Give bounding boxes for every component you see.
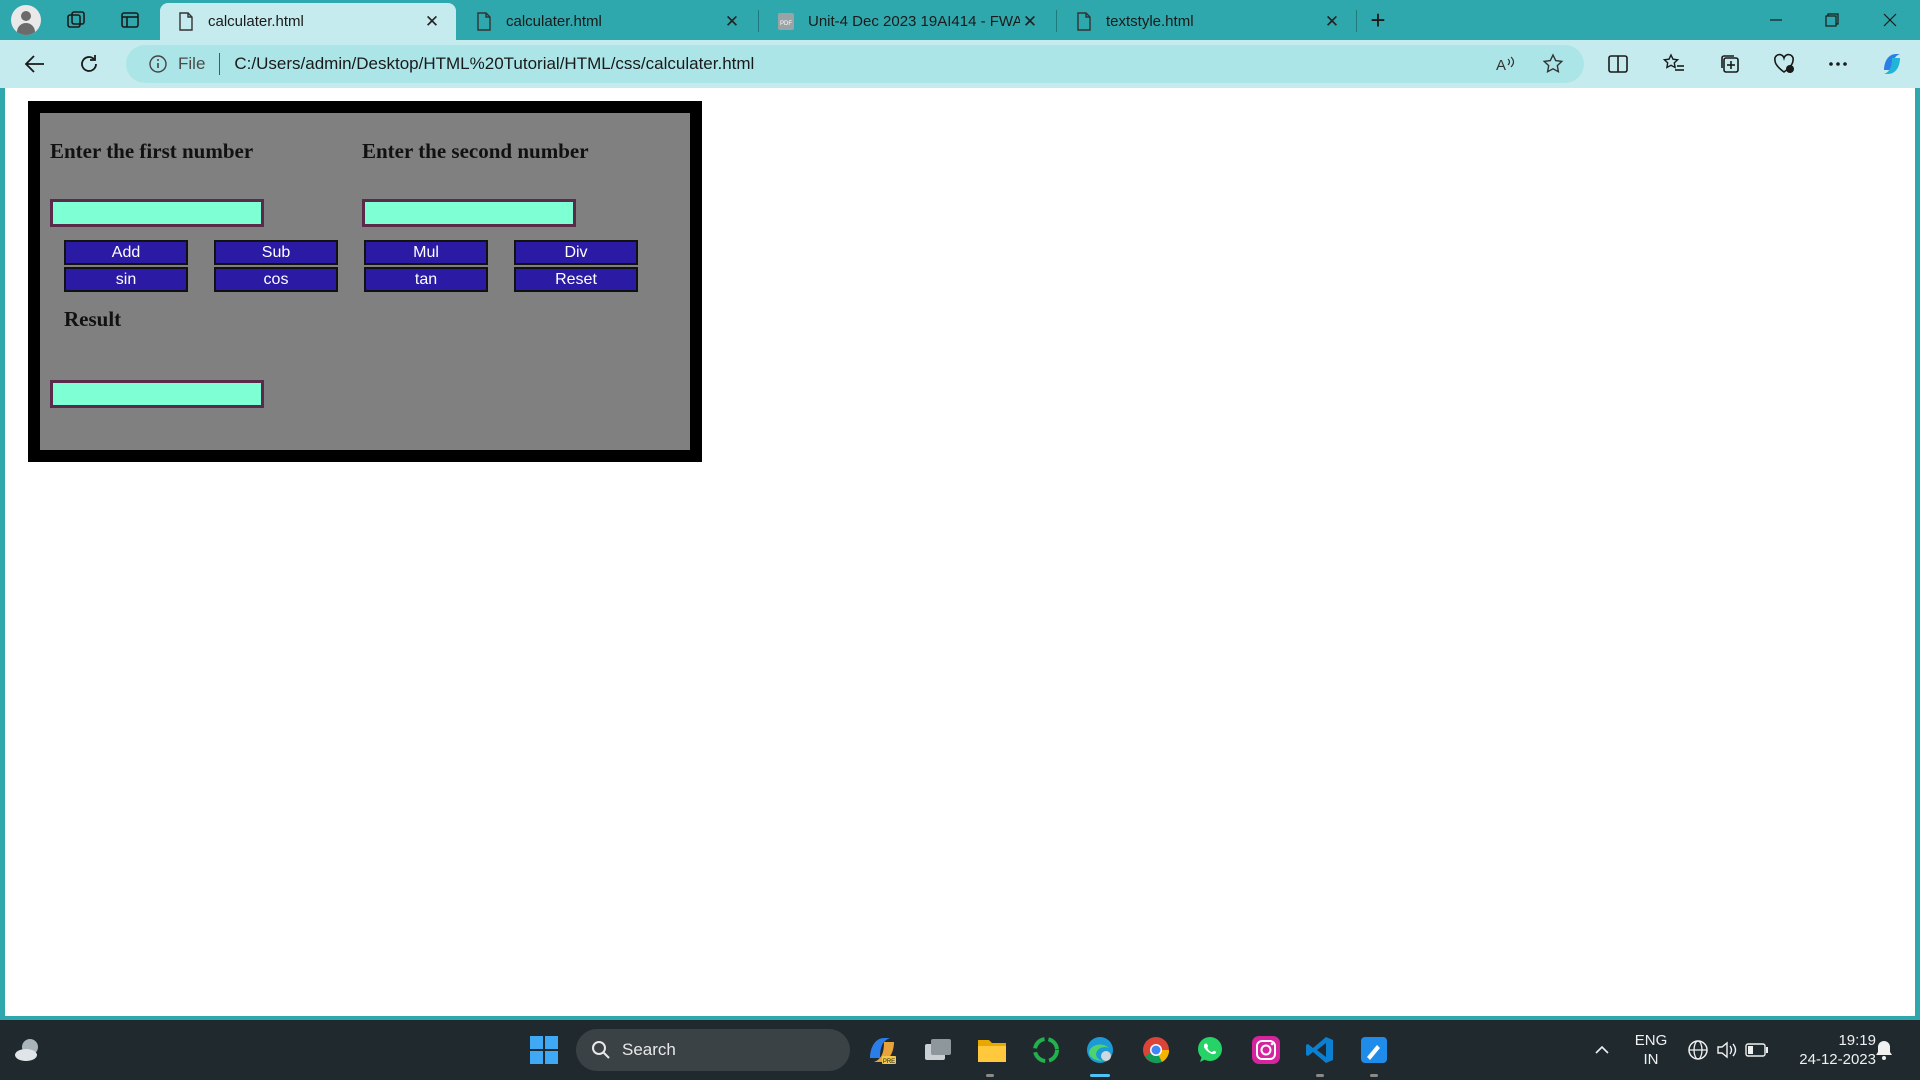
cos-button[interactable]: cos	[214, 267, 338, 292]
info-icon[interactable]	[148, 54, 168, 74]
task-view-icon[interactable]	[918, 1030, 958, 1070]
browser-essentials-icon[interactable]	[1766, 48, 1802, 80]
read-aloud-icon[interactable]: A	[1488, 47, 1522, 81]
taskbar-search[interactable]: Search	[576, 1029, 850, 1071]
show-hidden-icons-chevron[interactable]	[1582, 1030, 1622, 1070]
instagram-icon[interactable]	[1246, 1030, 1286, 1070]
address-bar[interactable]: File C:/Users/admin/Desktop/HTML%20Tutor…	[126, 45, 1584, 83]
close-icon[interactable]: ✕	[722, 12, 742, 32]
div-button[interactable]: Div	[514, 240, 638, 265]
back-button[interactable]	[18, 48, 52, 80]
tab-label: Unit-4 Dec 2023 19AI414 - FWAD	[808, 13, 1020, 30]
sync-app-icon[interactable]	[1026, 1030, 1066, 1070]
result-label: Result	[64, 307, 122, 331]
address-separator	[219, 53, 221, 75]
close-icon[interactable]: ✕	[1322, 12, 1342, 32]
tab-bar: calculater.html ✕ calculater.html ✕ PDF …	[0, 0, 1920, 40]
close-icon[interactable]: ✕	[1020, 12, 1040, 32]
second-number-label: Enter the second number	[362, 139, 589, 163]
language-code: ENG	[1634, 1032, 1668, 1049]
result-input[interactable]	[50, 380, 264, 408]
chrome-icon[interactable]	[1136, 1030, 1176, 1070]
collections-icon[interactable]	[1712, 48, 1748, 80]
tan-button[interactable]: tan	[364, 267, 488, 292]
notification-bell-icon[interactable]	[1866, 1030, 1902, 1070]
add-button[interactable]: Add	[64, 240, 188, 265]
weather-icon[interactable]	[8, 1030, 48, 1070]
close-icon[interactable]: ✕	[422, 12, 442, 32]
reset-button[interactable]: Reset	[514, 267, 638, 292]
copilot-icon[interactable]	[1874, 48, 1910, 80]
battery-icon[interactable]	[1737, 1030, 1777, 1070]
svg-text:PDF: PDF	[780, 21, 792, 27]
file-explorer-indicator	[986, 1074, 994, 1077]
whatsapp-icon[interactable]	[1190, 1030, 1230, 1070]
clock-date: 24-12-2023	[1799, 1051, 1876, 1068]
search-icon	[590, 1039, 612, 1061]
browser-toolbar: File C:/Users/admin/Desktop/HTML%20Tutor…	[0, 40, 1920, 88]
tab-label: calculater.html	[506, 13, 602, 30]
calculator-panel: Enter the first number Enter the second …	[40, 113, 690, 450]
mul-button[interactable]: Mul	[364, 240, 488, 265]
tab-label: calculater.html	[208, 13, 304, 30]
more-options-icon[interactable]	[1820, 48, 1856, 80]
vscode-indicator	[1316, 1074, 1324, 1077]
search-label: Search	[622, 1040, 676, 1059]
restore-button[interactable]	[1804, 0, 1860, 40]
refresh-button[interactable]	[72, 48, 106, 80]
tab-calculater[interactable]: calculater.html ✕	[458, 3, 756, 40]
new-tab-button[interactable]: +	[1362, 4, 1394, 36]
pdf-icon: PDF	[776, 12, 796, 32]
tab-separator	[758, 10, 759, 32]
split-screen-icon[interactable]	[1600, 48, 1636, 80]
sub-button[interactable]: Sub	[214, 240, 338, 265]
paint-indicator	[1370, 1074, 1378, 1077]
file-icon	[474, 12, 494, 32]
profile-icon[interactable]	[10, 4, 42, 36]
tab-separator	[1356, 10, 1357, 32]
tab-textstyle[interactable]: textstyle.html ✕	[1058, 3, 1356, 40]
scheme-label: File	[178, 54, 206, 73]
page-viewport: Enter the first number Enter the second …	[5, 88, 1915, 1016]
copilot-pre-icon[interactable]: PRE	[862, 1030, 902, 1070]
vscode-icon[interactable]	[1300, 1030, 1340, 1070]
url-text[interactable]: C:/Users/admin/Desktop/HTML%20Tutorial/H…	[234, 54, 1488, 74]
first-number-label: Enter the first number	[50, 139, 254, 163]
svg-text:PRE: PRE	[883, 1059, 895, 1065]
file-icon	[176, 12, 196, 32]
calculator-frame: Enter the first number Enter the second …	[28, 101, 702, 462]
paint-app-icon[interactable]	[1354, 1030, 1394, 1070]
tab-separator	[1056, 10, 1057, 32]
close-window-button[interactable]	[1862, 0, 1918, 40]
tab-label: textstyle.html	[1106, 13, 1194, 30]
favorites-icon[interactable]	[1656, 48, 1692, 80]
start-windows-icon[interactable]	[524, 1030, 564, 1070]
second-number-input[interactable]	[362, 199, 576, 227]
favorite-star-icon[interactable]	[1536, 47, 1570, 81]
language-indicator[interactable]: ENG IN	[1628, 1031, 1674, 1069]
tab-unit4-pdf[interactable]: PDF Unit-4 Dec 2023 19AI414 - FWAD ✕	[760, 3, 1054, 40]
region-code: IN	[1643, 1051, 1659, 1068]
svg-text:A: A	[1496, 57, 1506, 74]
minimize-button[interactable]	[1748, 0, 1804, 40]
file-explorer-icon[interactable]	[972, 1030, 1012, 1070]
file-icon	[1074, 12, 1094, 32]
taskbar: Search PRE ENG IN 19:19 24-12-2023	[0, 1020, 1920, 1080]
tab-calculater-active[interactable]: calculater.html ✕	[160, 3, 456, 40]
vertical-tabs-icon[interactable]	[114, 4, 146, 36]
edge-browser-icon[interactable]	[1080, 1030, 1120, 1070]
clock[interactable]: 19:19 24-12-2023	[1780, 1031, 1876, 1069]
first-number-input[interactable]	[50, 199, 264, 227]
sin-button[interactable]: sin	[64, 267, 188, 292]
edge-active-indicator	[1090, 1074, 1110, 1077]
clock-time: 19:19	[1838, 1032, 1876, 1049]
workspaces-icon[interactable]	[60, 4, 92, 36]
